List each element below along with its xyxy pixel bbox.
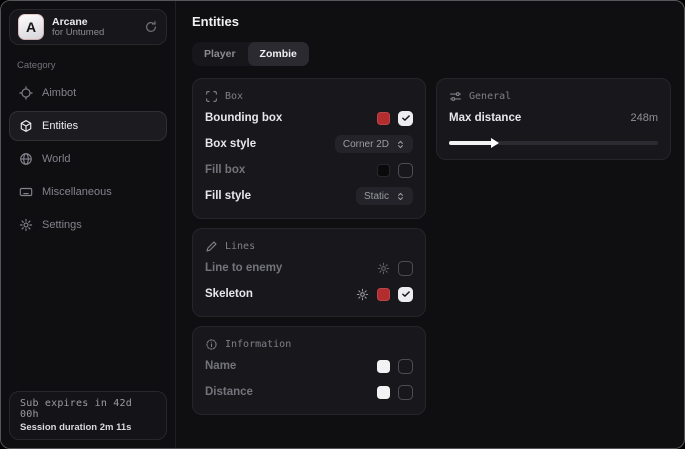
keyboard-icon [19, 185, 33, 199]
tab-player[interactable]: Player [192, 42, 248, 66]
color-swatch[interactable] [377, 112, 390, 125]
sidebar-item-miscellaneous[interactable]: Miscellaneous [9, 177, 167, 207]
globe-icon [19, 152, 33, 166]
subscription-card: Sub expires in 42d 00h Session duration … [9, 391, 167, 440]
checkbox[interactable] [398, 287, 413, 302]
setting-row-skeleton: Skeleton [205, 283, 413, 305]
refresh-icon[interactable] [144, 20, 158, 34]
sidebar-item-label: World [42, 153, 71, 165]
setting-label: Fill style [205, 190, 251, 202]
gear-icon [19, 218, 33, 232]
setting-row-line-to-enemy: Line to enemy [205, 257, 413, 279]
page-title: Entities [192, 14, 671, 29]
checkbox[interactable] [398, 163, 413, 178]
setting-label: Skeleton [205, 288, 253, 300]
checkbox[interactable] [398, 359, 413, 374]
setting-row-fill-box: Fill box [205, 159, 413, 181]
setting-label: Box style [205, 138, 256, 150]
setting-label: Line to enemy [205, 262, 282, 274]
sidebar-item-world[interactable]: World [9, 144, 167, 174]
checkbox[interactable] [398, 261, 413, 276]
section-title: Box [225, 91, 243, 102]
brand-title: Arcane [52, 16, 104, 28]
information-section: Information Name Distance [192, 326, 426, 415]
brand-card: A Arcane for Untumed [9, 9, 167, 45]
box-corners-icon [205, 90, 218, 103]
box-style-dropdown[interactable]: Corner 2D [335, 135, 413, 153]
sidebar-item-label: Entities [42, 120, 78, 132]
setting-label: Max distance [449, 112, 521, 124]
setting-label: Fill box [205, 164, 245, 176]
sidebar-item-aimbot[interactable]: Aimbot [9, 78, 167, 108]
setting-row-distance: Distance [205, 381, 413, 403]
sidebar-item-label: Settings [42, 219, 82, 231]
section-title: Information [225, 339, 291, 350]
slider-fill [449, 141, 495, 145]
sidebar: A Arcane for Untumed Category Aimbot [1, 1, 176, 448]
gear-icon[interactable] [356, 288, 369, 301]
info-icon [205, 338, 218, 351]
setting-label: Name [205, 360, 236, 372]
color-swatch[interactable] [377, 386, 390, 399]
section-title: General [469, 91, 511, 102]
setting-row-box-style: Box style Corner 2D [205, 133, 413, 155]
sidebar-item-label: Miscellaneous [42, 186, 112, 198]
sliders-icon [449, 90, 462, 103]
lines-section: Lines Line to enemy [192, 228, 426, 317]
chevron-up-down-icon [396, 139, 405, 150]
setting-label: Distance [205, 386, 253, 398]
color-swatch[interactable] [377, 288, 390, 301]
dropdown-value: Corner 2D [343, 139, 389, 150]
box-section: Box Bounding box Box style [192, 78, 426, 219]
brand-subtitle: for Untumed [52, 28, 104, 39]
max-distance-slider[interactable] [449, 138, 658, 148]
sidebar-item-settings[interactable]: Settings [9, 210, 167, 240]
session-duration-text: Session duration 2m 11s [20, 422, 156, 433]
setting-row-fill-style: Fill style Static [205, 185, 413, 207]
setting-row-max-distance: Max distance 248m [449, 107, 658, 129]
sidebar-item-label: Aimbot [42, 87, 76, 99]
pencil-icon [205, 240, 218, 253]
dropdown-value: Static [364, 191, 389, 202]
gear-icon[interactable] [377, 262, 390, 275]
fill-style-dropdown[interactable]: Static [356, 187, 413, 205]
tab-zombie[interactable]: Zombie [248, 42, 309, 66]
main-panel: Entities Player Zombie Box [176, 1, 684, 448]
sub-expires-text: Sub expires in 42d 00h [20, 398, 156, 420]
section-title: Lines [225, 241, 255, 252]
color-swatch[interactable] [377, 164, 390, 177]
checkbox[interactable] [398, 111, 413, 126]
chevron-up-down-icon [396, 191, 405, 202]
setting-row-bounding-box: Bounding box [205, 107, 413, 129]
setting-label: Bounding box [205, 112, 282, 124]
crosshair-icon [19, 86, 33, 100]
brand-logo: A [18, 14, 44, 40]
slider-value: 248m [630, 112, 658, 124]
entities-icon [19, 119, 33, 133]
color-swatch[interactable] [377, 360, 390, 373]
general-section: General Max distance 248m [436, 78, 671, 160]
setting-row-name: Name [205, 355, 413, 377]
checkbox[interactable] [398, 385, 413, 400]
category-label: Category [17, 60, 159, 71]
tab-group: Player Zombie [192, 42, 309, 66]
app-window: A Arcane for Untumed Category Aimbot [0, 0, 685, 449]
slider-thumb[interactable] [491, 138, 499, 148]
sidebar-item-entities[interactable]: Entities [9, 111, 167, 141]
